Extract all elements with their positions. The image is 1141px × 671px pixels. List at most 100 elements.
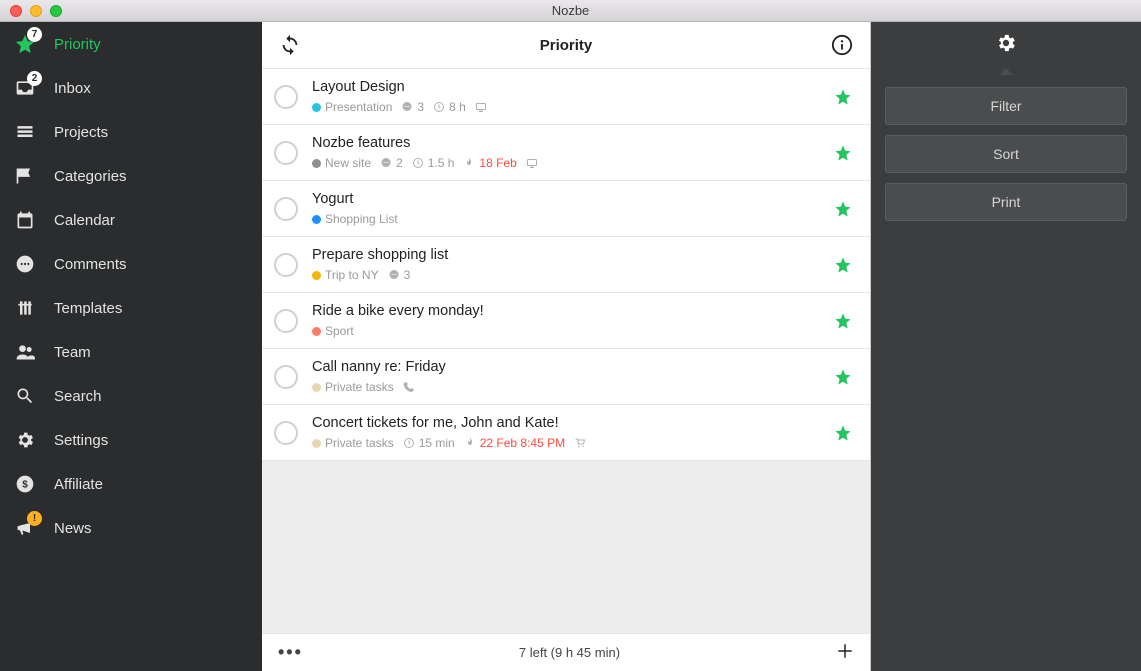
sidebar-item-templates[interactable]: Templates: [0, 286, 262, 330]
project-name: New site: [325, 156, 371, 170]
sidebar-item-label: News: [54, 520, 92, 537]
task-meta: Shopping List: [312, 212, 820, 226]
project-color-dot: [312, 215, 321, 224]
phone-tag: [403, 381, 415, 393]
priority-star[interactable]: [834, 368, 852, 386]
clock-icon: [412, 157, 424, 169]
task-row[interactable]: Prepare shopping list Trip to NY3: [262, 237, 870, 293]
priority-star[interactable]: [834, 312, 852, 330]
task-title: Yogurt: [312, 191, 820, 207]
sort-button[interactable]: Sort: [885, 135, 1127, 173]
project-color-dot: [312, 327, 321, 336]
comments-count: 2: [380, 156, 403, 170]
sidebar-item-label: Comments: [54, 256, 127, 273]
sidebar-item-comments[interactable]: Comments: [0, 242, 262, 286]
zoom-window-button[interactable]: [50, 5, 62, 17]
print-button[interactable]: Print: [885, 183, 1127, 221]
task-row[interactable]: Concert tickets for me, John and Kate! P…: [262, 405, 870, 461]
task-body: Nozbe features New site21.5 h18 Feb: [312, 135, 820, 170]
window-controls: [0, 5, 62, 17]
sidebar-item-search[interactable]: Search: [0, 374, 262, 418]
task-checkbox[interactable]: [274, 85, 298, 109]
main-header: Priority: [262, 22, 870, 69]
priority-badge: 7: [27, 27, 42, 42]
sidebar-item-label: Categories: [54, 168, 127, 185]
add-task-button[interactable]: [836, 642, 854, 663]
task-list: Layout Design Presentation38 h Nozbe fea…: [262, 69, 870, 633]
info-button[interactable]: [830, 33, 854, 57]
task-checkbox[interactable]: [274, 141, 298, 165]
task-meta: Presentation38 h: [312, 100, 820, 114]
sidebar-item-label: Priority: [54, 36, 101, 53]
project-color-dot: [312, 103, 321, 112]
project-color-dot: [312, 439, 321, 448]
project-name: Sport: [325, 324, 354, 338]
sidebar-item-calendar[interactable]: 29 Calendar: [0, 198, 262, 242]
cart-tag: [574, 437, 586, 449]
right-panel: Filter Sort Print: [871, 22, 1141, 671]
task-row[interactable]: Call nanny re: Friday Private tasks: [262, 349, 870, 405]
sidebar-item-affiliate[interactable]: $ Affiliate: [0, 462, 262, 506]
sidebar-item-news[interactable]: ! News: [0, 506, 262, 550]
task-checkbox[interactable]: [274, 197, 298, 221]
priority-star[interactable]: [834, 88, 852, 106]
device-icon: [475, 101, 487, 113]
time-estimate: 1.5 h: [412, 156, 455, 170]
projects-icon: [14, 121, 36, 143]
priority-star[interactable]: [834, 200, 852, 218]
task-row[interactable]: Ride a bike every monday! Sport: [262, 293, 870, 349]
gear-icon: [14, 429, 36, 451]
project-name: Private tasks: [325, 436, 394, 450]
gear-icon[interactable]: [995, 32, 1017, 59]
task-body: Call nanny re: Friday Private tasks: [312, 359, 820, 394]
project-name: Shopping List: [325, 212, 398, 226]
sidebar-item-categories[interactable]: Categories: [0, 154, 262, 198]
sidebar-item-label: Search: [54, 388, 102, 405]
titlebar: Nozbe: [0, 0, 1141, 22]
main-panel: Priority Layout Design Presentation38 h …: [262, 22, 871, 671]
window-title: Nozbe: [0, 3, 1141, 18]
comment-icon: [388, 269, 400, 281]
device-icon: [526, 157, 538, 169]
cart-icon: [574, 437, 586, 449]
task-title: Concert tickets for me, John and Kate!: [312, 415, 820, 431]
project-color-dot: [312, 271, 321, 280]
sync-button[interactable]: [278, 33, 302, 57]
task-row[interactable]: Yogurt Shopping List: [262, 181, 870, 237]
close-window-button[interactable]: [10, 5, 22, 17]
star-icon: 7: [14, 33, 36, 55]
task-row[interactable]: Layout Design Presentation38 h: [262, 69, 870, 125]
filter-button[interactable]: Filter: [885, 87, 1127, 125]
svg-text:$: $: [22, 479, 28, 490]
priority-star[interactable]: [834, 144, 852, 162]
fire-icon: [463, 157, 475, 169]
news-alert-badge: !: [27, 511, 42, 526]
device-tag: [526, 157, 538, 169]
task-checkbox[interactable]: [274, 365, 298, 389]
sidebar-item-inbox[interactable]: 2 Inbox: [0, 66, 262, 110]
inbox-badge: 2: [27, 71, 42, 86]
comment-icon: [401, 101, 413, 113]
priority-star[interactable]: [834, 424, 852, 442]
task-body: Layout Design Presentation38 h: [312, 79, 820, 114]
project-name: Private tasks: [325, 380, 394, 394]
task-checkbox[interactable]: [274, 253, 298, 277]
sidebar-item-priority[interactable]: 7 Priority: [0, 22, 262, 66]
project-color-dot: [312, 159, 321, 168]
task-row[interactable]: Nozbe features New site21.5 h18 Feb: [262, 125, 870, 181]
sidebar-item-label: Affiliate: [54, 476, 103, 493]
sidebar-item-label: Templates: [54, 300, 122, 317]
task-meta: Private tasks: [312, 380, 820, 394]
calendar-day-number: 29: [14, 217, 36, 226]
sidebar-item-team[interactable]: Team: [0, 330, 262, 374]
task-title: Call nanny re: Friday: [312, 359, 820, 375]
minimize-window-button[interactable]: [30, 5, 42, 17]
sidebar-item-settings[interactable]: Settings: [0, 418, 262, 462]
task-checkbox[interactable]: [274, 309, 298, 333]
priority-star[interactable]: [834, 256, 852, 274]
task-meta: Sport: [312, 324, 820, 338]
more-button[interactable]: •••: [278, 642, 303, 663]
task-checkbox[interactable]: [274, 421, 298, 445]
sidebar-item-label: Projects: [54, 124, 108, 141]
sidebar-item-projects[interactable]: Projects: [0, 110, 262, 154]
